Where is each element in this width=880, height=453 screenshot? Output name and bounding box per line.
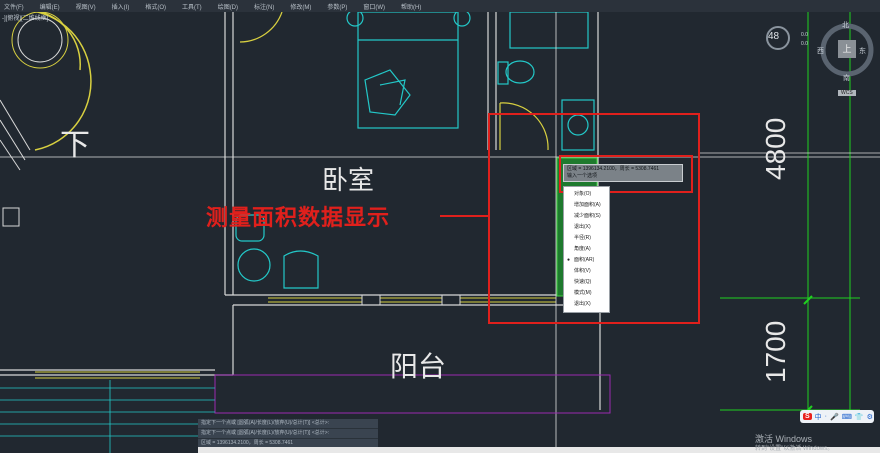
option-label: 角度(A) xyxy=(574,246,591,252)
viewcube-south[interactable]: 南 xyxy=(843,73,850,83)
menu-option[interactable]: 角度(A) xyxy=(564,244,609,255)
option-label: 退出(X) xyxy=(574,301,591,307)
menu-parameters[interactable]: 参数(P) xyxy=(327,2,347,11)
menu-option[interactable]: 退出(X) xyxy=(564,299,609,310)
command-line: 指定下一个点或 [圆弧(A)/长度(L)/放弃(U)/总计(T)] <总计>: xyxy=(198,429,378,439)
menu-draw[interactable]: 绘图(D) xyxy=(218,2,238,11)
menu-modify[interactable]: 修改(M) xyxy=(290,2,311,11)
balcony-label: 阳台 xyxy=(390,350,447,383)
bathroom-fixtures xyxy=(497,11,595,151)
stair-down-label: 下 xyxy=(60,128,90,163)
ime-mode[interactable]: 中 xyxy=(815,412,822,422)
option-label: 退出(X) xyxy=(574,224,591,230)
tooltip-area-perimeter: 区域 = 1396134.2100，周长 = 5308.7461 xyxy=(567,166,660,172)
menu-option[interactable]: 退出(X) xyxy=(564,222,609,233)
annotation-text: 测量面积数据显示 xyxy=(206,206,391,231)
menu-help[interactable]: 帮助(H) xyxy=(401,2,421,11)
menu-file[interactable]: 文件(F) xyxy=(4,2,24,11)
viewcube-east[interactable]: 东 xyxy=(859,46,866,56)
option-label: 半径(R) xyxy=(574,235,591,241)
microphone-icon[interactable]: 🎤 xyxy=(830,413,839,421)
menu-tools[interactable]: 工具(T) xyxy=(182,2,202,11)
menu-option[interactable]: 对象(O) xyxy=(564,189,609,200)
option-label: 增加面积(A) xyxy=(574,202,601,208)
settings-icon[interactable]: ⚙ xyxy=(867,413,873,421)
menu-edit[interactable]: 编辑(E) xyxy=(40,2,60,11)
measure-tooltip: 区域 = 1396134.2100，周长 = 5308.7461 输入一个选项 xyxy=(563,164,683,182)
sogou-logo-icon[interactable]: S xyxy=(803,413,812,420)
viewport-label[interactable]: -][俯视][二维线框] xyxy=(2,13,48,22)
window-post xyxy=(441,294,461,306)
floor-lines xyxy=(0,380,215,453)
keyboard-icon[interactable]: ⌨ xyxy=(842,413,852,421)
column-marker xyxy=(2,207,20,227)
menu-option-selected[interactable]: ● 面积(AR) xyxy=(564,255,609,266)
menu-format[interactable]: 格式(O) xyxy=(145,2,166,11)
menu-option[interactable]: 半径(R) xyxy=(564,233,609,244)
option-label: 快速(Q) xyxy=(574,279,592,285)
doors xyxy=(239,11,549,151)
menu-bar: 文件(F) 编辑(E) 视图(V) 插入(I) 格式(O) 工具(T) 绘图(D… xyxy=(0,0,880,12)
option-label: 减少面积(S) xyxy=(574,213,601,219)
viewcube-north[interactable]: 北 xyxy=(842,20,849,30)
menu-option[interactable]: 减少面积(S) xyxy=(564,211,609,222)
menu-dimension[interactable]: 标注(N) xyxy=(254,2,274,11)
viewcube-top-face[interactable]: 上 xyxy=(838,40,856,58)
stair-treads xyxy=(0,11,69,171)
option-label: 面积(AR) xyxy=(574,257,595,263)
ime-toolbar: S 中 · 🎤 ⌨ 👕 ⚙ xyxy=(800,410,874,423)
activation-watermark-sub: 转到"设置"以激活 Windows。 xyxy=(755,446,834,452)
menu-option[interactable]: 模式(M) xyxy=(564,288,609,299)
selected-dot-icon: ● xyxy=(567,257,571,263)
tooltip-prompt: 输入一个选项 xyxy=(567,173,598,179)
coord-readout: 0.0 xyxy=(801,32,808,38)
menu-option[interactable]: 快速(Q) xyxy=(564,277,609,288)
menu-option[interactable]: 增加面积(A) xyxy=(564,200,609,211)
menu-insert[interactable]: 插入(I) xyxy=(112,2,130,11)
bed xyxy=(346,9,471,129)
option-label: 模式(M) xyxy=(574,290,592,296)
skin-icon[interactable]: 👕 xyxy=(855,413,864,421)
viewcube-west[interactable]: 西 xyxy=(817,46,824,56)
wcs-selector[interactable]: WCS xyxy=(838,90,856,96)
measure-options-menu: 对象(O) 增加面积(A) 减少面积(S) 退出(X) 半径(R) 角度(A) … xyxy=(563,186,610,313)
option-label: 对象(O) xyxy=(574,191,592,197)
option-label: 体积(V) xyxy=(574,268,591,274)
window-bands xyxy=(35,297,556,379)
bedroom-label: 卧室 xyxy=(322,166,375,196)
menu-view[interactable]: 视图(V) xyxy=(76,2,96,11)
command-line: 指定下一个点或 [圆弧(A)/长度(L)/放弃(U)/总计(T)] <总计>: xyxy=(198,419,378,429)
coord-readout: 0.0 xyxy=(801,41,808,47)
dimension-1700: 1700 xyxy=(760,320,791,383)
menu-option[interactable]: 体积(V) xyxy=(564,266,609,277)
window-post xyxy=(361,294,381,306)
dimension-4800: 4800 xyxy=(760,117,791,180)
drawing-canvas[interactable] xyxy=(0,0,880,453)
menu-window[interactable]: 窗口(W) xyxy=(363,2,385,11)
zoom-indicator[interactable]: 48 xyxy=(768,31,779,42)
command-history: 指定下一个点或 [圆弧(A)/长度(L)/放弃(U)/总计(T)] <总计>: … xyxy=(198,419,378,449)
punctuation-icon[interactable]: · xyxy=(825,413,827,420)
